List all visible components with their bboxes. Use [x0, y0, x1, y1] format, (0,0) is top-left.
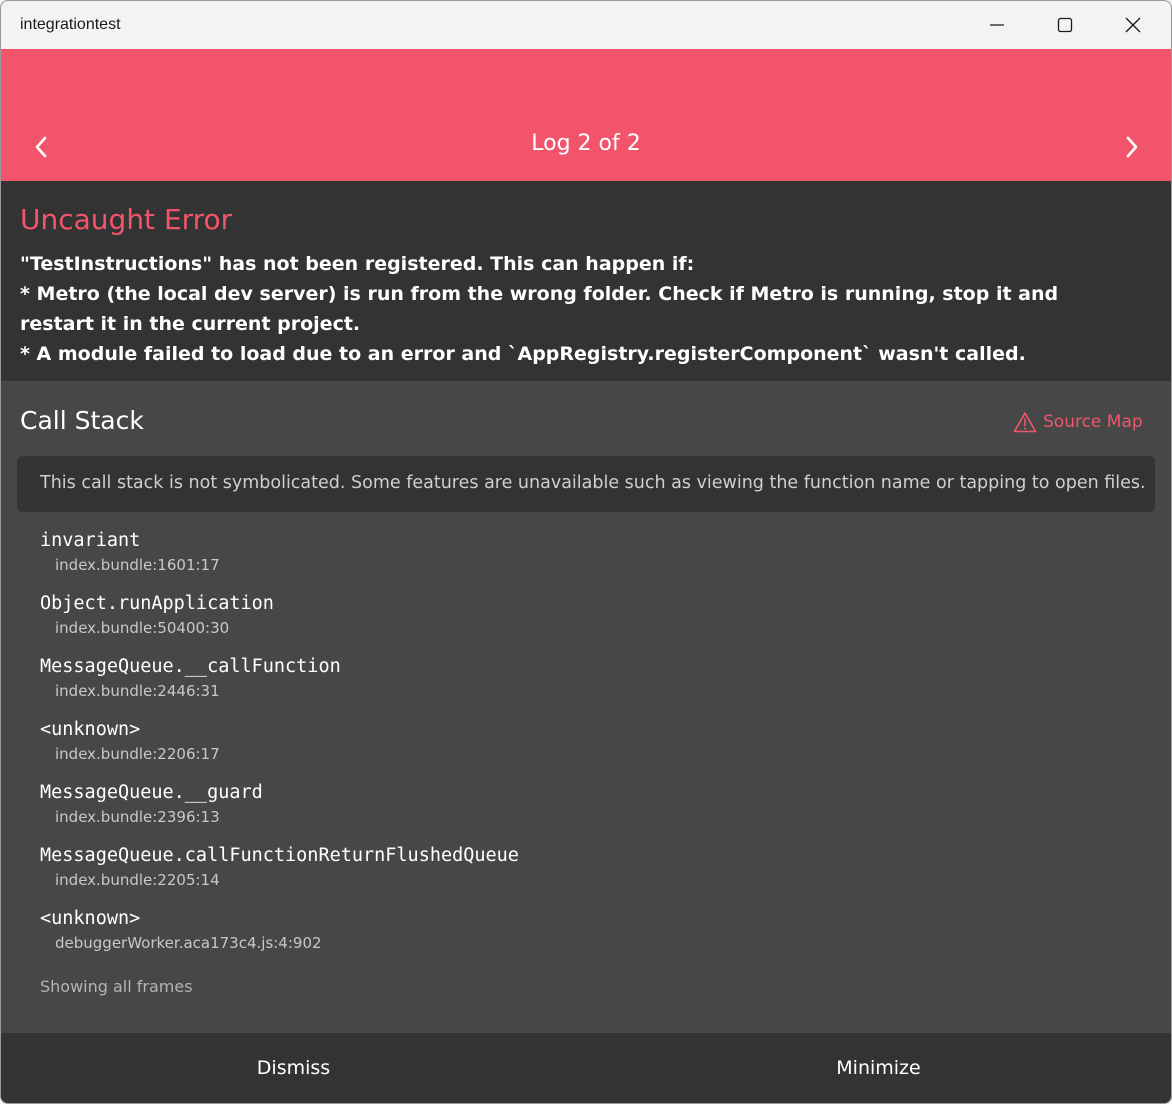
error-message: "TestInstructions" has not been register… [20, 253, 1059, 365]
frame-function: <unknown> [40, 908, 141, 929]
title-bar[interactable]: integrationtest [1, 1, 1171, 49]
dismiss-button[interactable]: Dismiss [1, 1033, 586, 1103]
window-maximize-button[interactable] [1031, 1, 1099, 49]
symbolication-notice: This call stack is not symbolicated. Som… [17, 456, 1155, 512]
log-header: Log 2 of 2 [1, 49, 1171, 181]
frame-function: <unknown> [40, 719, 141, 740]
showing-frames-toggle[interactable]: Showing all frames [40, 977, 193, 996]
frame-function: Object.runApplication [40, 593, 274, 614]
minimize-icon [990, 24, 1004, 26]
maximize-icon [1057, 17, 1073, 33]
frame-location: index.bundle:2206:17 [55, 745, 220, 763]
frame-function: invariant [40, 530, 141, 551]
minimize-button[interactable]: Minimize [586, 1033, 1171, 1103]
window-minimize-button[interactable] [963, 1, 1031, 49]
next-log-button[interactable] [1117, 129, 1147, 165]
frame-function: MessageQueue.callFunctionReturnFlushedQu… [40, 845, 519, 866]
stack-frame[interactable]: Object.runApplication index.bundle:50400… [40, 592, 1140, 655]
frame-function: MessageQueue.__callFunction [40, 656, 341, 677]
stack-frame[interactable]: MessageQueue.__callFunction index.bundle… [40, 655, 1140, 718]
window-close-button[interactable] [1099, 1, 1167, 49]
frame-location: index.bundle:1601:17 [55, 556, 220, 574]
app-window: integrationtest Log 2 of 2 Uncaught Erro… [0, 0, 1172, 1104]
frame-location: index.bundle:2396:13 [55, 808, 220, 826]
frame-function: MessageQueue.__guard [40, 782, 263, 803]
call-stack-heading: Call Stack [20, 406, 144, 435]
stack-frame[interactable]: invariant index.bundle:1601:17 [40, 529, 1140, 592]
stack-frame[interactable]: <unknown> index.bundle:2206:17 [40, 718, 1140, 781]
warning-triangle-icon [1013, 412, 1037, 433]
log-counter-title: Log 2 of 2 [531, 131, 641, 156]
error-title: Uncaught Error [20, 203, 233, 236]
source-map-label: Source Map [1043, 412, 1143, 432]
frame-location: index.bundle:2446:31 [55, 682, 220, 700]
frame-location: index.bundle:2205:14 [55, 871, 220, 889]
close-icon [1125, 17, 1141, 33]
frame-location: debuggerWorker.aca173c4.js:4:902 [55, 934, 322, 952]
source-map-button[interactable]: Source Map [1013, 411, 1143, 433]
stack-frame-list: invariant index.bundle:1601:17 Object.ru… [40, 529, 1140, 970]
chevron-right-icon [1126, 136, 1138, 158]
stack-frame[interactable]: MessageQueue.__guard index.bundle:2396:1… [40, 781, 1140, 844]
call-stack-section: Call Stack Source Map This call stack is… [1, 381, 1171, 1033]
stack-frame[interactable]: <unknown> debuggerWorker.aca173c4.js:4:9… [40, 907, 1140, 970]
stack-frame[interactable]: MessageQueue.callFunctionReturnFlushedQu… [40, 844, 1140, 907]
window-title: integrationtest [20, 16, 121, 33]
error-section: Uncaught Error "TestInstructions" has no… [1, 181, 1171, 381]
footer-bar: Dismiss Minimize [1, 1033, 1171, 1103]
frame-location: index.bundle:50400:30 [55, 619, 230, 637]
